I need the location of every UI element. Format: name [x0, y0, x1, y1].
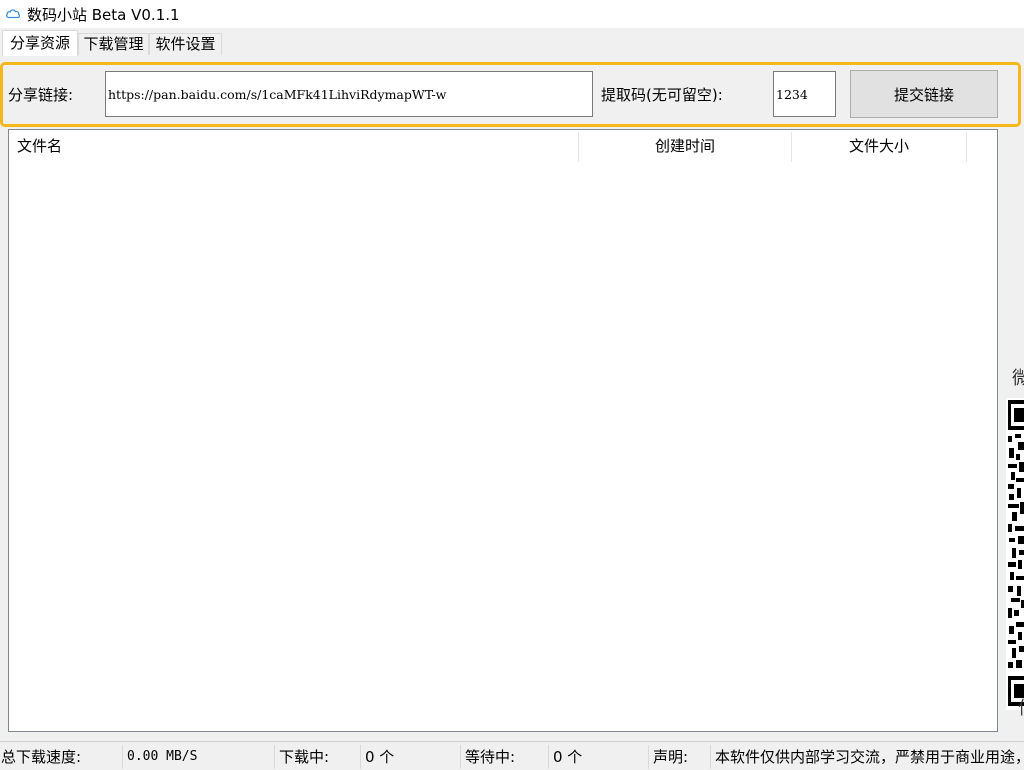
submit-link-button[interactable]: 提交链接 [850, 70, 998, 118]
wechat-label-top: 微 [1012, 368, 1024, 389]
column-header-file-size[interactable]: 文件大小 [792, 130, 966, 162]
download-speed-label: 总下载速度: [1, 748, 82, 766]
share-link-input[interactable] [105, 71, 593, 117]
qr-code-icon [1006, 398, 1024, 710]
downloading-label: 下载中: [274, 745, 360, 769]
share-link-panel: 分享链接: 提取码(无可留空): 提交链接 [0, 62, 1021, 127]
download-speed-value: 0.00 MB/S [122, 745, 274, 769]
downloading-count: 0 个 [360, 745, 460, 769]
column-header-filename[interactable]: 文件名 [17, 130, 577, 162]
file-list[interactable]: 文件名 创建时间 文件大小 [8, 129, 998, 732]
window-title: 数码小站 Beta V0.1.1 [27, 6, 180, 24]
share-link-label: 分享链接: [8, 86, 74, 104]
notice-text: 本软件仅供内部学习交流，严禁用于商业用途， [710, 745, 1024, 769]
wechat-label-bottom: 信 [1018, 694, 1024, 720]
tab-strip: 分享资源 下载管理 软件设置 [0, 28, 1024, 56]
column-separator [966, 132, 967, 162]
waiting-count: 0 个 [548, 745, 648, 769]
waiting-label: 等待中: [460, 745, 548, 769]
extract-code-input[interactable] [773, 71, 836, 117]
tab-share-resources[interactable]: 分享资源 [2, 30, 78, 56]
tab-download-manager[interactable]: 下载管理 [78, 33, 149, 55]
extract-code-label: 提取码(无可留空): [601, 86, 723, 104]
status-bar: 总下载速度: 0.00 MB/S 下载中: 0 个 等待中: 0 个 声明: 本… [0, 741, 1024, 770]
cloud-icon [6, 9, 21, 19]
column-header-created-time[interactable]: 创建时间 [579, 130, 791, 162]
tab-software-settings[interactable]: 软件设置 [149, 33, 222, 55]
notice-label: 声明: [648, 745, 710, 769]
title-bar: 数码小站 Beta V0.1.1 [0, 0, 1024, 28]
